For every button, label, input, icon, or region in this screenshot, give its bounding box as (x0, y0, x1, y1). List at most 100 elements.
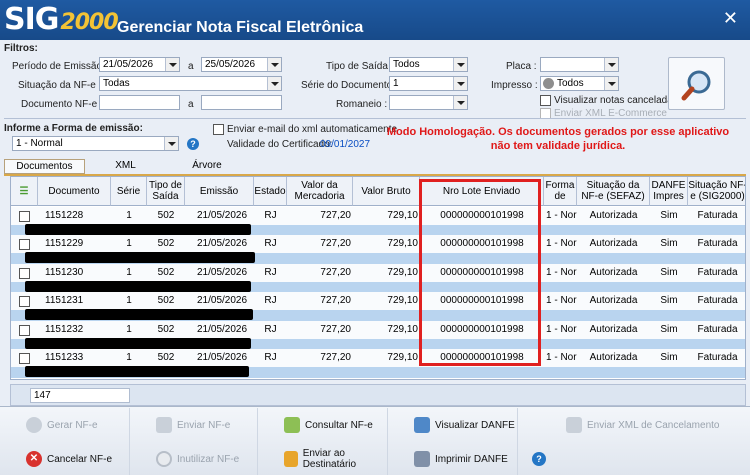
cancel-icon: ✕ (26, 451, 42, 467)
table-cell: Faturada (697, 238, 738, 249)
table-cell: 727,20 (320, 352, 351, 363)
placa-select[interactable] (540, 57, 619, 72)
chevron-down-icon[interactable] (165, 58, 179, 71)
table-row[interactable]: 1151228 1 502 21/05/2026 RJ 727,20 729,10 00000… (11, 207, 745, 236)
visualizar-danfe-button[interactable]: Visualizar DANFE (388, 408, 518, 442)
table-cell: Faturada (697, 352, 738, 363)
gerar-nfe-button[interactable]: Gerar NF-e (0, 408, 130, 442)
table-row[interactable]: 1151232 1 502 21/05/2026 RJ 727,20 729,10 00000… (11, 321, 745, 350)
table-cell: 1 - Norm (546, 324, 577, 335)
documento-inicio-input[interactable] (99, 95, 180, 110)
table-row[interactable]: 1151230 1 502 21/05/2026 RJ 727,20 729,10 00000… (11, 264, 745, 293)
table-cell: RJ (264, 352, 277, 363)
tab-documentos[interactable]: Documentos (4, 159, 85, 174)
impresso-label: Impresso : (491, 80, 538, 91)
email-xml-checkbox[interactable] (213, 124, 224, 135)
column-header-estado[interactable]: Estado (254, 177, 287, 206)
table-cell: 1151229 (45, 238, 84, 249)
redacted-bar (25, 338, 251, 349)
documento-fim-input[interactable] (201, 95, 282, 110)
table-cell: 21/05/2026 (197, 324, 248, 335)
table-cell: 729,10 (387, 352, 418, 363)
impresso-select[interactable]: Todos (540, 76, 619, 91)
table-row[interactable]: 1151233 1 502 21/05/2026 RJ 727,20 729,10 00000… (11, 349, 745, 378)
consultar-nfe-button[interactable]: Consultar NF-e (258, 408, 388, 442)
emissao-select[interactable]: 1 - Normal (12, 136, 179, 151)
column-header-forma[interactable]: Forma de (544, 177, 577, 206)
romaneio-label: Romaneio : (336, 99, 388, 110)
chevron-down-icon[interactable] (453, 58, 467, 71)
chevron-down-icon[interactable] (267, 77, 281, 90)
globe-icon (543, 78, 554, 89)
column-header-documento[interactable]: Documento (38, 177, 111, 206)
mail-icon (284, 451, 298, 467)
tab-arvore[interactable]: Árvore (175, 159, 239, 174)
table-cell: Autorizada (589, 267, 638, 278)
cancelar-nfe-button[interactable]: ✕ Cancelar NF-e (0, 442, 130, 475)
highlight-nro-lote (419, 179, 541, 366)
chevron-down-icon[interactable] (453, 77, 467, 90)
validade-value: 09/01/2027 (320, 139, 371, 150)
serie-select[interactable]: 1 (389, 76, 468, 91)
romaneio-select[interactable] (389, 95, 468, 110)
row-checkbox[interactable] (19, 325, 30, 336)
close-icon[interactable]: ✕ (723, 8, 738, 29)
search-icon (681, 70, 711, 101)
table-cell: Autorizada (589, 352, 638, 363)
enviar-nfe-button[interactable]: Enviar NF-e (130, 408, 258, 442)
table-cell: Faturada (697, 295, 738, 306)
inutilizar-nfe-button[interactable]: Inutilizar NF-e (130, 442, 258, 475)
serie-label: Série do Documento : (301, 80, 398, 91)
row-checkbox[interactable] (19, 211, 30, 222)
column-header-valor-bruto[interactable]: Valor Bruto (353, 177, 420, 206)
table-cell: 729,10 (387, 210, 418, 221)
table-cell: 1151231 (45, 295, 84, 306)
situacao-select[interactable]: Todas (99, 76, 282, 91)
help-button[interactable]: ? (518, 442, 750, 475)
redacted-bar (25, 366, 249, 377)
table-cell: 1151228 (45, 210, 84, 221)
table-cell: 1 - Norm (546, 352, 577, 363)
chevron-down-icon[interactable] (267, 58, 281, 71)
row-checkbox[interactable] (19, 353, 30, 364)
column-header-serie[interactable]: Série (111, 177, 147, 206)
help-icon[interactable]: ? (187, 138, 199, 150)
emissao-label: Informe a Forma de emissão: (4, 123, 143, 134)
sig2000-logo: SIG2000 (4, 2, 119, 37)
periodo-fim-input[interactable]: 25/05/2026 (201, 57, 282, 72)
table-cell: 502 (157, 295, 175, 306)
chevron-down-icon[interactable] (164, 137, 178, 150)
table-cell: 729,10 (387, 324, 418, 335)
column-header-situacao-sig[interactable]: Situação NF-e (SIG2000) (688, 177, 745, 206)
table-cell: 1 - Norm (546, 295, 577, 306)
table-row[interactable]: 1151229 1 502 21/05/2026 RJ 727,20 729,10 00000… (11, 235, 745, 264)
visualizar-canceladas-checkbox[interactable] (540, 95, 551, 106)
column-header-danfe[interactable]: DANFE Impres (650, 177, 688, 206)
chevron-down-icon[interactable] (453, 96, 467, 109)
document-view-icon (414, 417, 430, 433)
table-cell: 727,20 (320, 324, 351, 335)
imprimir-danfe-button[interactable]: Imprimir DANFE (388, 442, 518, 475)
row-checkbox[interactable] (19, 239, 30, 250)
help-icon: ? (532, 452, 546, 466)
select-all-header[interactable]: ☰ (11, 177, 38, 206)
periodo-inicio-input[interactable]: 21/05/2026 (99, 57, 180, 72)
enviar-xml-cancel-button[interactable]: Enviar XML de Cancelamento (518, 408, 750, 442)
enviar-destinatario-button[interactable]: Enviar ao Destinatário (258, 442, 388, 475)
column-header-situacao-sefaz[interactable]: Situação da NF-e (SEFAZ) (577, 177, 650, 206)
column-header-tipo-saida[interactable]: Tipo de Saída (147, 177, 185, 206)
table-row[interactable]: 1151231 1 502 21/05/2026 RJ 727,20 729,10 00000… (11, 292, 745, 321)
column-header-valor-mercadoria[interactable]: Valor da Mercadoria (287, 177, 353, 206)
tipo-saida-select[interactable]: Todos (389, 57, 468, 72)
tipo-saida-label: Tipo de Saída : (326, 61, 394, 72)
tab-xml[interactable]: XML (103, 159, 148, 174)
column-header-emissao[interactable]: Emissão (185, 177, 254, 206)
table-cell: 1 (126, 295, 132, 306)
search-button[interactable] (668, 57, 725, 110)
row-checkbox[interactable] (19, 268, 30, 279)
chevron-down-icon[interactable] (604, 58, 618, 71)
documents-table: ☰ Documento Série Tipo de Saída Emissão … (10, 176, 746, 380)
chevron-down-icon[interactable] (604, 77, 618, 90)
table-cell: 727,20 (320, 295, 351, 306)
row-checkbox[interactable] (19, 296, 30, 307)
